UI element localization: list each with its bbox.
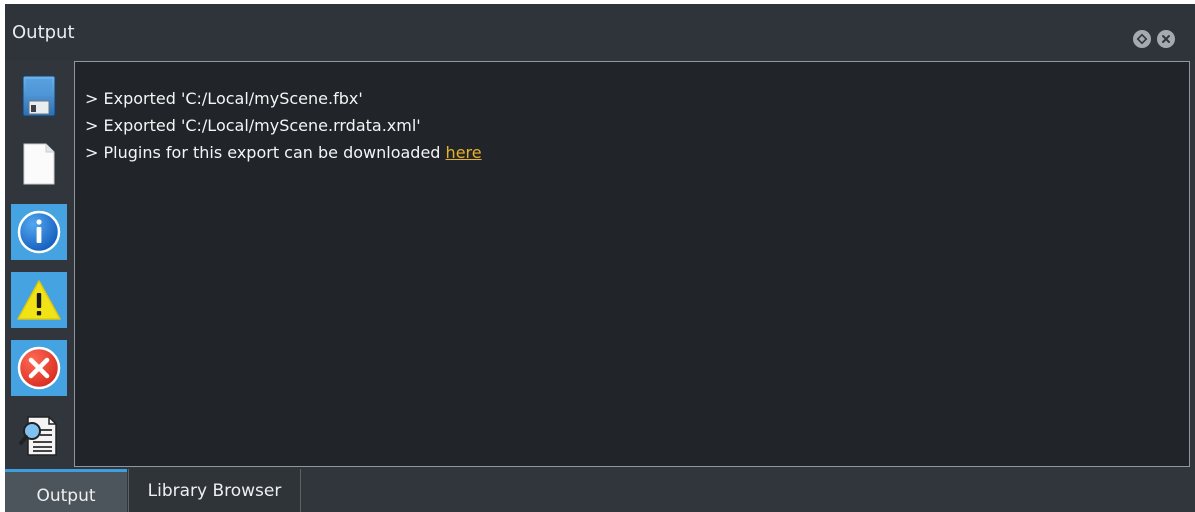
download-plugins-link[interactable]: here xyxy=(446,143,482,162)
log-line: > Plugins for this export can be downloa… xyxy=(85,139,482,166)
log-line: > Exported 'C:/Local/myScene.rrdata.xml' xyxy=(85,116,421,135)
blank-page-icon xyxy=(23,143,55,185)
output-panel: Output > Exported 'C:/Local/myScene.fbx'… xyxy=(5,4,1195,512)
error-icon xyxy=(17,346,61,390)
save-log-button[interactable] xyxy=(11,68,67,124)
tab-library-browser-label: Library Browser xyxy=(147,480,282,501)
tab-output[interactable]: Output xyxy=(5,469,127,512)
clear-log-button[interactable] xyxy=(11,136,67,192)
tab-library-browser[interactable]: Library Browser xyxy=(128,469,301,512)
info-icon xyxy=(17,210,61,254)
document-search-icon xyxy=(19,416,57,456)
warning-filter-toggle[interactable] xyxy=(11,272,67,328)
tab-output-label: Output xyxy=(36,486,96,506)
close-panel-button[interactable] xyxy=(1157,30,1175,48)
output-console[interactable]: > Exported 'C:/Local/myScene.fbx' > Expor… xyxy=(74,61,1190,467)
output-titlebar: Output xyxy=(5,4,1195,60)
log-line: > Exported 'C:/Local/myScene.fbx' xyxy=(85,89,363,108)
warning-icon xyxy=(17,280,61,320)
floppy-disk-icon xyxy=(22,75,56,117)
log-lines: > Exported 'C:/Local/myScene.fbx' > Expor… xyxy=(85,85,482,166)
error-filter-toggle[interactable] xyxy=(11,340,67,396)
info-filter-toggle[interactable] xyxy=(11,204,67,260)
panel-title: Output xyxy=(12,22,75,43)
float-panel-button[interactable] xyxy=(1133,30,1151,48)
output-toolbar xyxy=(5,68,73,468)
log-line-text: > Plugins for this export can be downloa… xyxy=(85,143,446,162)
float-icon xyxy=(1136,33,1148,45)
search-log-button[interactable] xyxy=(11,408,67,464)
close-icon xyxy=(1162,35,1170,43)
panel-tabbar: Output Library Browser xyxy=(5,468,1195,512)
